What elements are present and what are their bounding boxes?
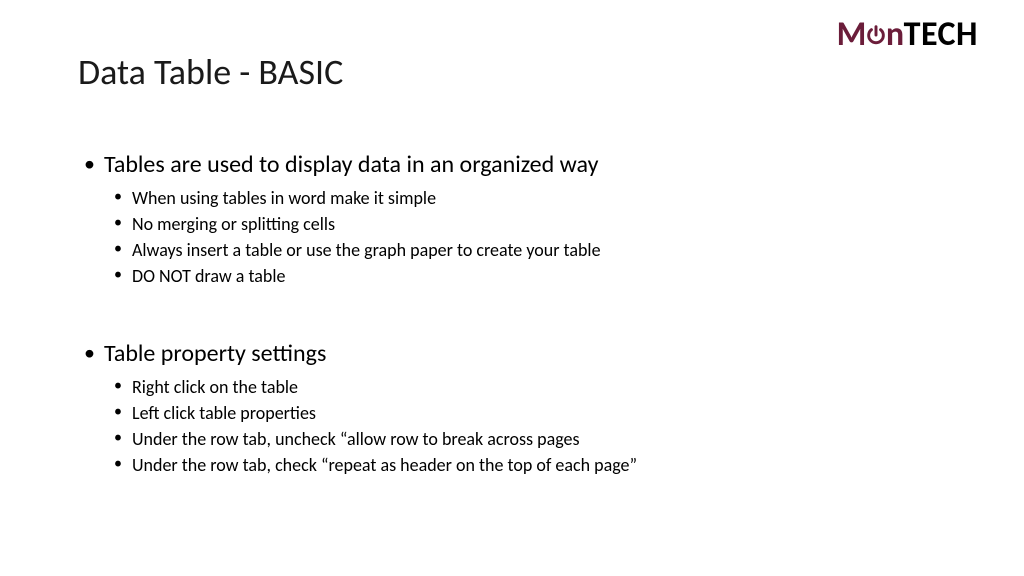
- bullet-main-text: Tables are used to display data in an or…: [104, 150, 598, 179]
- bullet-main-text: Table property settings: [104, 339, 326, 368]
- bullet-main: Table property settings Right click on t…: [82, 339, 954, 476]
- slide-content: Tables are used to display data in an or…: [78, 150, 954, 476]
- bullet-sub: Under the row tab, uncheck “allow row to…: [104, 428, 954, 450]
- logo-letter-m: M: [837, 14, 866, 55]
- bullet-main: Tables are used to display data in an or…: [82, 150, 954, 287]
- power-icon: [865, 24, 887, 46]
- bullet-sub: Left click table properties: [104, 402, 954, 424]
- bullet-sub: No merging or splitting cells: [104, 213, 954, 235]
- bullet-sub: When using tables in word make it simple: [104, 187, 954, 209]
- bullet-sub: Always insert a table or use the graph p…: [104, 239, 954, 261]
- bullet-sub: DO NOT draw a table: [104, 265, 954, 287]
- bullet-sub: Right click on the table: [104, 376, 954, 398]
- montech-logo: M n TECH: [837, 14, 978, 55]
- logo-tech: TECH: [904, 14, 978, 55]
- slide-title: Data Table - BASIC: [78, 50, 954, 94]
- bullet-sub: Under the row tab, check “repeat as head…: [104, 454, 954, 476]
- slide: M n TECH Data Table - BASIC Tables are u…: [0, 0, 1024, 576]
- logo-letter-n: n: [886, 14, 904, 55]
